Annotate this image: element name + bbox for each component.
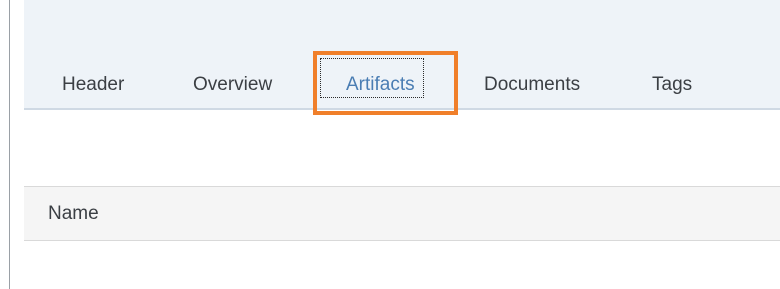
left-divider [9, 0, 10, 289]
tab-documents[interactable]: Documents [484, 70, 580, 100]
tab-bar: Header Overview Artifacts Documents Tags [24, 0, 780, 110]
tab-header[interactable]: Header [62, 70, 124, 100]
tab-tags[interactable]: Tags [652, 70, 692, 100]
tab-artifacts[interactable]: Artifacts [346, 70, 415, 100]
page: Header Overview Artifacts Documents Tags… [0, 0, 780, 289]
column-header-name[interactable]: Name [48, 187, 99, 240]
table-header: Name [24, 186, 780, 241]
tab-overview[interactable]: Overview [193, 70, 272, 100]
